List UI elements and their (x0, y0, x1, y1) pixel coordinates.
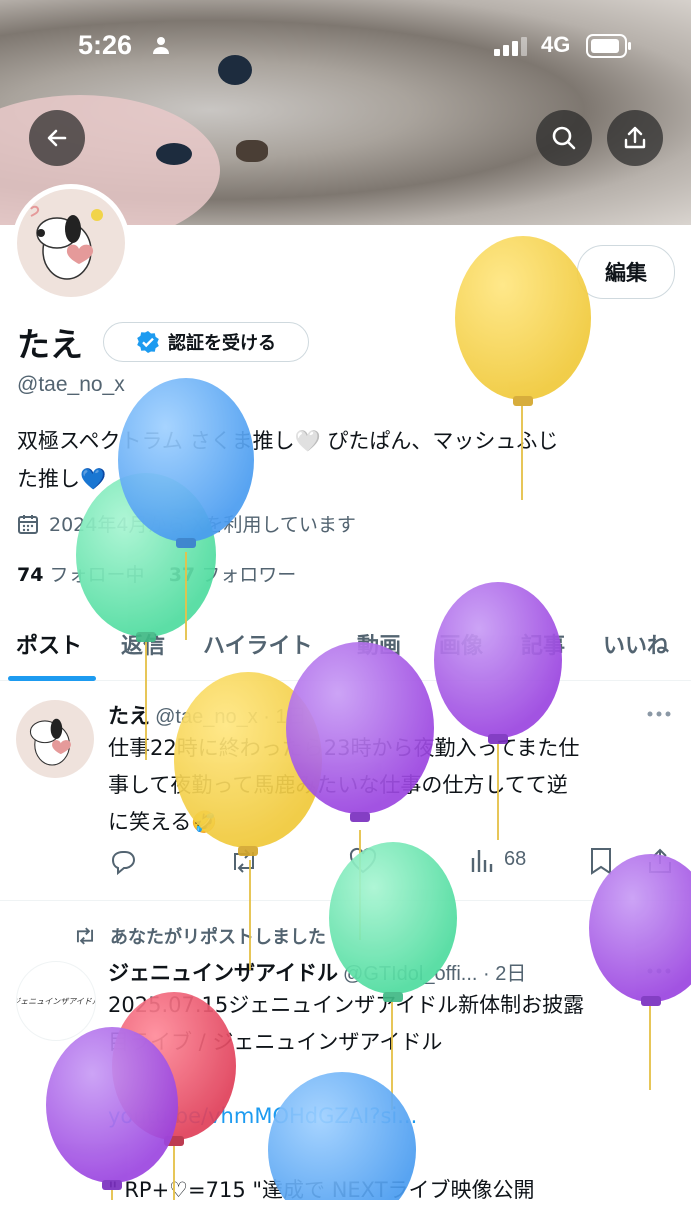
active-tab-indicator (8, 676, 96, 681)
profile-handle: @tae_no_x (17, 373, 125, 396)
joined-text: 2024年4月から Xを利用しています (49, 514, 356, 536)
bio-line: た推し💙 (17, 467, 107, 491)
post-text-line: " RP+♡=715 "達成で NEXTライブ映像公開 (108, 1178, 535, 1202)
followers-link[interactable]: 37 フォロワー (169, 564, 297, 586)
verified-badge-icon (137, 331, 159, 353)
get-verified-button[interactable]: 認証を受ける (103, 322, 309, 362)
tab-highlights[interactable]: ハイライト (203, 628, 313, 660)
arrow-left-icon (47, 129, 67, 147)
tab-replies[interactable]: 返信 (121, 628, 165, 660)
tab-posts[interactable]: ポスト (16, 628, 82, 660)
tab-media[interactable]: 画像 (439, 628, 483, 660)
repost-indicator: あなたがリポストしました (72, 923, 326, 949)
joined-date: 2024年4月から Xを利用しています (17, 510, 356, 537)
profile-tabs: ポスト 返信 ハイライト 動画 画像 記事 いいね (0, 620, 691, 681)
signal-icon (494, 37, 527, 56)
followers-label: フォロワー (201, 564, 297, 586)
post-text-line: 2025.07.15ジェニュインザアイドル新体制お披露 (108, 993, 585, 1017)
repost-icon[interactable] (228, 846, 260, 876)
back-button[interactable] (29, 110, 85, 166)
following-label: フォロー中 (49, 564, 145, 586)
follow-stats: 74 フォロー中 37 フォロワー (17, 560, 296, 587)
view-count: 68 (504, 848, 527, 870)
like-icon[interactable] (348, 846, 378, 876)
post-meta: @tae_no_x · 1日 (155, 706, 307, 728)
post-card[interactable]: あなたがリポストしました ジェニュインザアイドル ジェニュインザアイドル @GT… (0, 901, 691, 1202)
share-button[interactable] (607, 110, 663, 166)
balloon-blue (118, 378, 254, 640)
followers-count: 37 (168, 564, 196, 586)
network-type: 4G (541, 32, 571, 57)
get-verified-label: 認証を受ける (168, 333, 276, 354)
snoopy-avatar-icon (29, 718, 71, 766)
bookmark-icon[interactable] (588, 846, 614, 876)
cat-eye (156, 143, 192, 165)
avatar-logo-text: ジェニュインザアイドル (16, 996, 96, 1006)
share-icon (624, 126, 646, 149)
tab-articles[interactable]: 記事 (521, 628, 565, 660)
search-icon (552, 126, 576, 150)
post-link[interactable]: youtu.be/vhmMOHdGZAI?si... (108, 1098, 678, 1135)
post-card[interactable]: たえ @tae_no_x · 1日 仕事22時に終わったら23時から夜勤入ってま… (0, 682, 691, 900)
views-icon[interactable] (468, 846, 498, 876)
post-author-name[interactable]: ジェニュインザアイドル (108, 961, 338, 985)
snoopy-avatar-icon (30, 205, 103, 280)
post-text: 仕事22時に終わったら23時から夜勤入ってまた仕 事して夜勤って馬鹿みたいな仕事… (108, 730, 678, 841)
post-text-line: 事して夜勤って馬鹿みたいな仕事の仕方してて逆 (108, 773, 568, 797)
following-count: 74 (17, 564, 44, 586)
post-text-line: に笑える🤣 (108, 810, 218, 834)
status-bar: 5:26 4G (0, 30, 691, 64)
calendar-icon (18, 514, 38, 534)
reply-icon[interactable] (108, 846, 138, 876)
post-text-line: 目ライブ / ジェニュインザアイドル (108, 1030, 443, 1054)
following-link[interactable]: 74 フォロー中 (17, 564, 145, 586)
post-avatar[interactable]: ジェニュインザアイドル (16, 961, 96, 1041)
post-text-line: 仕事22時に終わったら23時から夜勤入ってまた仕 (108, 736, 580, 760)
post-avatar[interactable] (16, 700, 94, 778)
edit-profile-button[interactable]: 編集 (577, 245, 675, 299)
profile-bio: 双極スペクトラム さくま推し🤍 ぴたぱん、マッシュふじ た推し💙 (17, 422, 667, 498)
post-author-name[interactable]: たえ (108, 704, 150, 728)
post-text: 2025.07.15ジェニュインザアイドル新体制お披露 目ライブ / ジェニュイ… (108, 987, 678, 1209)
status-time: 5:26 (78, 30, 133, 60)
battery-icon (586, 34, 631, 58)
person-icon (153, 37, 169, 54)
share-icon[interactable] (646, 846, 674, 876)
repost-icon (76, 927, 94, 945)
bio-line: 双極スペクトラム さくま推し🤍 ぴたぱん、マッシュふじ (17, 429, 559, 453)
more-icon[interactable] (646, 710, 672, 718)
repost-label: あなたがリポストしました (110, 927, 326, 948)
profile-name: たえ (17, 325, 83, 364)
more-icon[interactable] (646, 967, 672, 975)
tab-likes[interactable]: いいね (603, 628, 669, 660)
profile-avatar[interactable] (12, 184, 130, 302)
search-button[interactable] (536, 110, 592, 166)
tab-videos[interactable]: 動画 (357, 628, 401, 660)
post-meta: @GTIdol_offi... · 2日 (343, 963, 527, 985)
cat-nose (236, 140, 268, 162)
